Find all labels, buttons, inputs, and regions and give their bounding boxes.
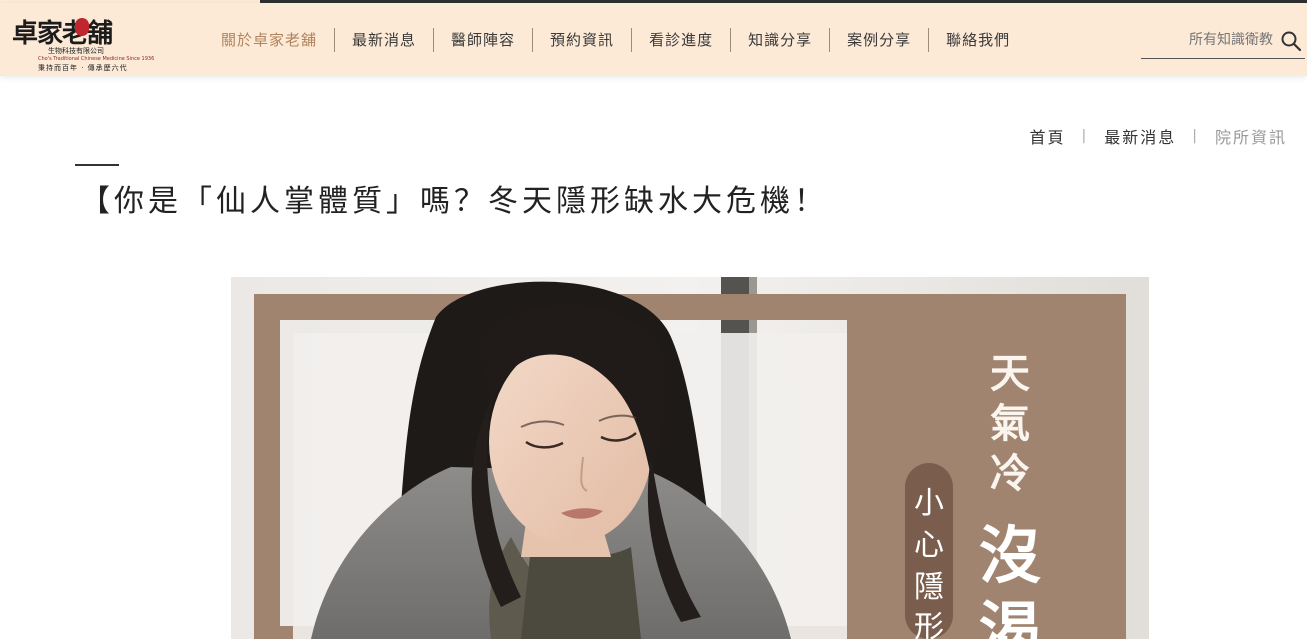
nav-item-cases[interactable]: 案例分享 (829, 28, 928, 52)
search-input[interactable] (1141, 27, 1273, 53)
page-title: 【你是「仙人掌體質」嗎？冬天隱形缺水大危機！ (80, 184, 828, 219)
nav-item-knowledge[interactable]: 知識分享 (730, 28, 829, 52)
nav-item-progress[interactable]: 看診進度 (631, 28, 730, 52)
title-rule (75, 164, 119, 166)
logo-english-tagline: Cho's Traditional Chinese Medicine Since… (38, 56, 155, 62)
hero-pill-char-1: 小 (914, 486, 944, 521)
hero-headline-big-1: 沒 (979, 519, 1041, 592)
nav-item-news[interactable]: 最新消息 (334, 28, 433, 52)
breadcrumb: 首頁 | 最新消息 | 院所資訊 (1030, 124, 1287, 148)
hero-illustration: 小 心 隱 形 天 氣 冷 沒 渴 (231, 277, 1149, 639)
hero-headline-char-3: 冷 (990, 450, 1030, 497)
hero-pill-char-2: 心 (914, 528, 944, 563)
hero-headline-char-2: 氣 (990, 400, 1030, 447)
site-header: 卓家老舖 生物科技有限公司 Cho's Traditional Chinese … (0, 3, 1307, 76)
breadcrumb-current: 院所資訊 (1214, 128, 1287, 147)
search-icon[interactable] (1279, 29, 1303, 53)
main-nav: 關於卓家老舖 最新消息 醫師陣容 預約資訊 看診進度 知識分享 案例分享 聯絡我… (204, 25, 1027, 55)
breadcrumb-home[interactable]: 首頁 (1030, 124, 1066, 148)
nav-item-about[interactable]: 關於卓家老舖 (204, 28, 334, 52)
hero-headline-char-1: 天 (990, 350, 1030, 397)
nav-item-booking[interactable]: 預約資訊 (532, 28, 631, 52)
breadcrumb-separator: | (1081, 128, 1089, 144)
search-box (1141, 23, 1305, 59)
hero-headline-big-2: 渴 (979, 594, 1041, 639)
logo-seal-icon (75, 18, 89, 36)
hero-image: 小 心 隱 形 天 氣 冷 沒 渴 (231, 277, 1149, 639)
breadcrumb-news[interactable]: 最新消息 (1104, 124, 1176, 148)
breadcrumb-separator: | (1192, 128, 1199, 144)
logo-company-name: 生物科技有限公司 (48, 47, 104, 55)
hero-pill-char-4: 形 (914, 610, 944, 639)
brand-logo[interactable]: 卓家老舖 生物科技有限公司 Cho's Traditional Chinese … (8, 9, 155, 73)
nav-item-doctors[interactable]: 醫師陣容 (433, 28, 532, 52)
logo-wordmark: 卓家老舖 (12, 19, 113, 49)
hero-pill-char-3: 隱 (914, 570, 944, 605)
logo-slogan: 秉持而百年 · 傳承歷六代 (38, 64, 128, 72)
nav-item-contact[interactable]: 聯絡我們 (928, 28, 1027, 52)
